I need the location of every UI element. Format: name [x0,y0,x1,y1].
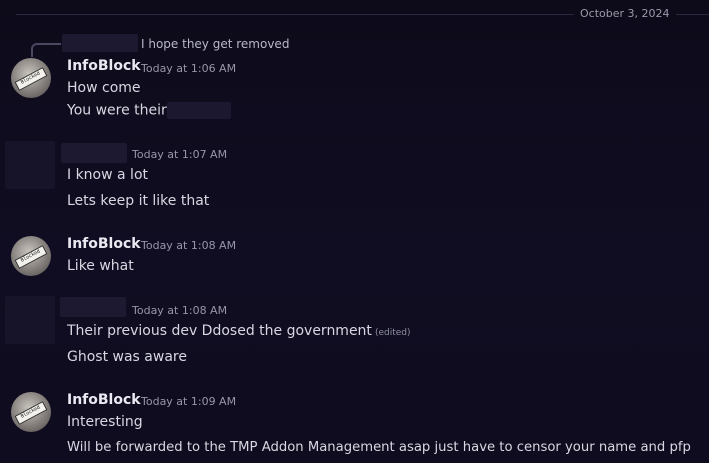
message-timestamp[interactable]: Today at 1:06 AM [141,62,236,75]
message-timestamp[interactable]: Today at 1:08 AM [132,304,227,317]
message-timestamp[interactable]: Today at 1:09 AM [141,395,236,408]
message-text: Lets keep it like that [67,193,210,209]
avatar-redacted[interactable] [5,296,55,344]
avatar-badge: Blocked [14,67,48,91]
message-text: Their previous dev Ddosed the government… [67,323,411,339]
message-text: You were their [67,102,231,119]
message-text: Like what [67,258,134,274]
message-text: How come [67,80,141,96]
avatar-badge: Blocked [14,401,48,425]
message-text: Interesting [67,414,143,430]
author-name[interactable]: InfoBlock [67,392,141,408]
message-timestamp[interactable]: Today at 1:07 AM [132,148,227,161]
message-timestamp[interactable]: Today at 1:08 AM [141,239,236,252]
edited-tag[interactable]: (edited) [375,328,411,338]
message-text: Will be forwarded to the TMP Addon Manag… [67,440,691,455]
author-name-redacted[interactable] [60,297,126,317]
reply-connector [31,43,61,57]
redacted-block [166,102,231,119]
author-name[interactable]: InfoBlock [67,236,141,252]
reply-preview[interactable]: I hope they get removed [141,37,289,51]
author-name-redacted[interactable] [61,143,127,163]
message-text: I know a lot [67,167,148,183]
chat-log: October 3, 2024 I hope they get removed … [0,0,709,463]
author-name[interactable]: InfoBlock [67,58,141,74]
avatar[interactable]: Blocked [11,236,51,276]
avatar[interactable]: Blocked [11,58,51,98]
date-divider-label: October 3, 2024 [574,7,676,20]
message-text-part: Their previous dev Ddosed the government [67,323,372,339]
message-text-part: You were their [67,102,167,119]
avatar-badge: Blocked [14,245,48,269]
message-text: Ghost was aware [67,349,187,365]
avatar[interactable]: Blocked [11,392,51,432]
reply-author-redacted[interactable] [62,34,138,52]
avatar-redacted[interactable] [5,141,55,189]
